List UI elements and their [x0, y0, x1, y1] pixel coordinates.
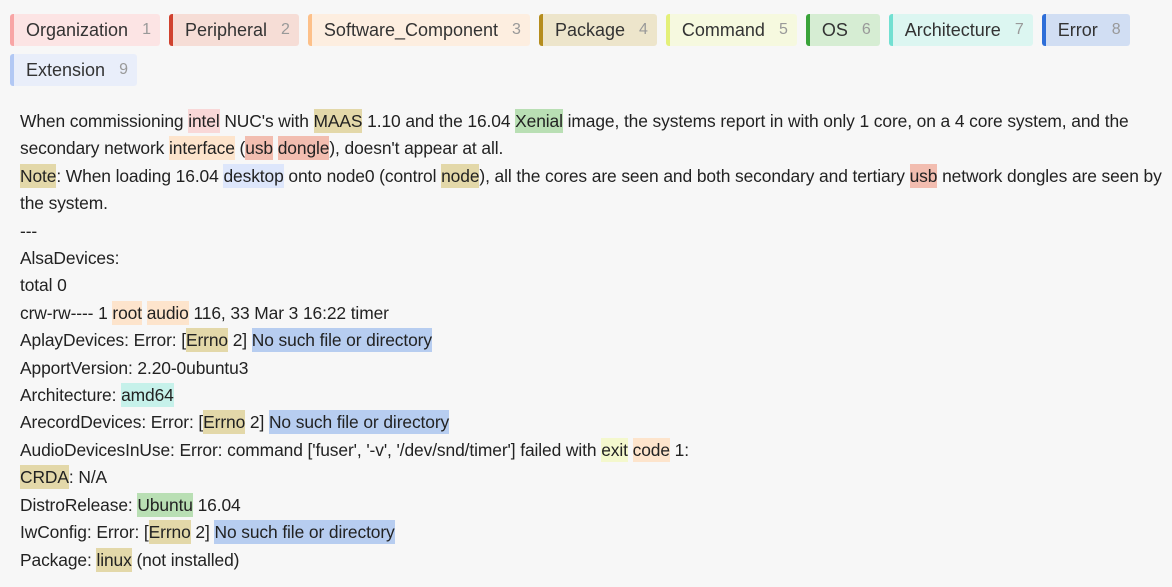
text-line: total 0	[20, 272, 1162, 299]
plain-text: ), all the cores are seen and both secon…	[479, 165, 910, 186]
entity-span-software-component[interactable]: code	[632, 437, 670, 462]
entity-span-package[interactable]: Errno	[203, 410, 245, 435]
plain-text	[142, 303, 147, 323]
text-line: ---	[20, 218, 1162, 245]
label-name: Command	[681, 19, 765, 40]
text-line: Architecture: amd64	[20, 382, 1162, 409]
plain-text: Package:	[20, 549, 97, 570]
label-name: Architecture	[904, 19, 1001, 40]
entity-span-error[interactable]: No such file or directory	[268, 410, 449, 435]
text-line: crw-rw---- 1 root audio 116, 33 Mar 3 16…	[20, 300, 1162, 327]
plain-text: (not installed)	[131, 549, 240, 570]
entity-span-package[interactable]: node	[441, 163, 480, 188]
label-hotkey: 2	[281, 21, 290, 38]
plain-text: 2]	[190, 522, 215, 543]
label-hotkey: 4	[639, 21, 648, 38]
text-line: DistroRelease: Ubuntu 16.04	[20, 492, 1162, 519]
plain-text	[628, 440, 633, 460]
plain-text: (	[234, 138, 246, 159]
label-hotkey: 7	[1014, 21, 1024, 38]
entity-span-organization[interactable]: intel	[188, 109, 220, 133]
label-button-architecture[interactable]: Architecture 7	[888, 14, 1033, 46]
entity-span-error[interactable]: No such file or directory	[214, 520, 395, 545]
plain-text: Architecture:	[20, 385, 122, 406]
entity-span-package[interactable]: CRDA	[20, 465, 69, 490]
entity-span-software-component[interactable]: interface	[169, 136, 235, 161]
plain-text: 2]	[228, 330, 252, 351]
label-name: Package	[554, 19, 625, 40]
entity-span-extension[interactable]: desktop	[223, 163, 284, 188]
text-line: When commissioning intel NUC's with MAAS…	[20, 108, 1162, 163]
text-line: AlsaDevices:	[20, 245, 1162, 272]
label-name: Organization	[26, 19, 129, 40]
label-button-os[interactable]: OS 6	[805, 14, 880, 46]
text-line: ArecordDevices: Error: [Errno 2] No such…	[20, 409, 1162, 436]
label-button-command[interactable]: Command 5	[665, 14, 797, 46]
plain-text: 1.10 and the 16.04	[362, 111, 516, 131]
label-name: Software_Component	[323, 19, 499, 40]
label-hotkey: 6	[861, 21, 871, 38]
entity-span-package[interactable]: MAAS	[313, 109, 363, 133]
label-name: Peripheral	[184, 19, 268, 40]
label-hotkey: 5	[778, 21, 788, 38]
entity-span-peripheral[interactable]: usb	[909, 163, 937, 188]
plain-text: : N/A	[68, 467, 108, 488]
plain-text: ApportVersion: 2.20-0ubuntu3	[20, 357, 249, 378]
label-hotkey: 1	[142, 21, 151, 38]
plain-text: IwConfig: Error: [	[20, 522, 149, 543]
plain-text: onto node0 (control	[283, 165, 442, 186]
label-button-software-component[interactable]: Software_Component 3	[307, 14, 530, 46]
label-name: OS	[821, 19, 848, 40]
plain-text: 1:	[669, 439, 689, 460]
text-line: AudioDevicesInUse: Error: command ['fuse…	[20, 437, 1162, 464]
entity-span-peripheral[interactable]: dongle	[277, 136, 329, 161]
plain-text: ---	[20, 220, 38, 241]
plain-text: AlsaDevices:	[20, 248, 120, 269]
entity-span-peripheral[interactable]: usb	[245, 136, 273, 161]
label-hotkey: 3	[512, 21, 521, 38]
text-line: Package: linux (not installed)	[20, 547, 1162, 574]
entity-span-software-component[interactable]: root	[112, 300, 142, 325]
entity-span-software-component[interactable]: audio	[146, 300, 189, 325]
entity-span-os[interactable]: Ubuntu	[137, 492, 193, 517]
text-line: CRDA: N/A	[20, 464, 1162, 491]
label-button-package[interactable]: Package 4	[538, 14, 657, 46]
annotated-text: When commissioning intel NUC's with MAAS…	[0, 108, 1172, 574]
plain-text: crw-rw---- 1	[20, 302, 113, 323]
label-button-extension[interactable]: Extension 9	[10, 54, 137, 86]
entity-span-package[interactable]: Note	[20, 163, 56, 188]
plain-text: ArecordDevices: Error: [	[20, 412, 204, 433]
plain-text: When commissioning	[20, 111, 189, 131]
label-hotkey: 8	[1111, 21, 1121, 38]
plain-text: DistroRelease:	[20, 494, 138, 515]
label-button-error[interactable]: Error 8	[1041, 14, 1130, 46]
plain-text: total 0	[20, 275, 67, 296]
entity-span-package[interactable]: Errno	[185, 328, 228, 353]
entity-span-architecture[interactable]: amd64	[121, 383, 174, 408]
label-hotkey: 9	[119, 61, 128, 78]
entity-span-command[interactable]: exit	[601, 437, 628, 462]
label-button-organization[interactable]: Organization 1	[10, 14, 160, 46]
label-name: Error	[1057, 19, 1098, 40]
plain-text: NUC's with	[219, 111, 314, 131]
plain-text: ), doesn't appear at all.	[329, 138, 504, 159]
text-line: Note: When loading 16.04 desktop onto no…	[20, 163, 1162, 218]
plain-text: AplayDevices: Error: [	[20, 330, 186, 351]
plain-text: : When loading 16.04	[56, 165, 224, 186]
text-line: AplayDevices: Error: [Errno 2] No such f…	[20, 327, 1162, 354]
plain-text: 2]	[245, 412, 269, 433]
text-line: ApportVersion: 2.20-0ubuntu3	[20, 355, 1162, 382]
plain-text: AudioDevicesInUse: Error: command ['fuse…	[20, 439, 602, 460]
label-button-peripheral[interactable]: Peripheral 2	[168, 14, 299, 46]
plain-text: 116, 33 Mar 3 16:22 timer	[188, 302, 389, 323]
plain-text: 16.04	[192, 494, 241, 515]
text-line: IwConfig: Error: [Errno 2] No such file …	[20, 519, 1162, 546]
entity-span-error[interactable]: No such file or directory	[251, 328, 432, 353]
entity-span-package[interactable]: Errno	[148, 520, 191, 545]
entity-span-os[interactable]: Xenial	[515, 109, 563, 133]
label-name: Extension	[26, 59, 106, 80]
label-toolbar: Organization 1 Peripheral 2 Software_Compone…	[0, 0, 1172, 86]
entity-span-package[interactable]: linux	[96, 547, 132, 572]
